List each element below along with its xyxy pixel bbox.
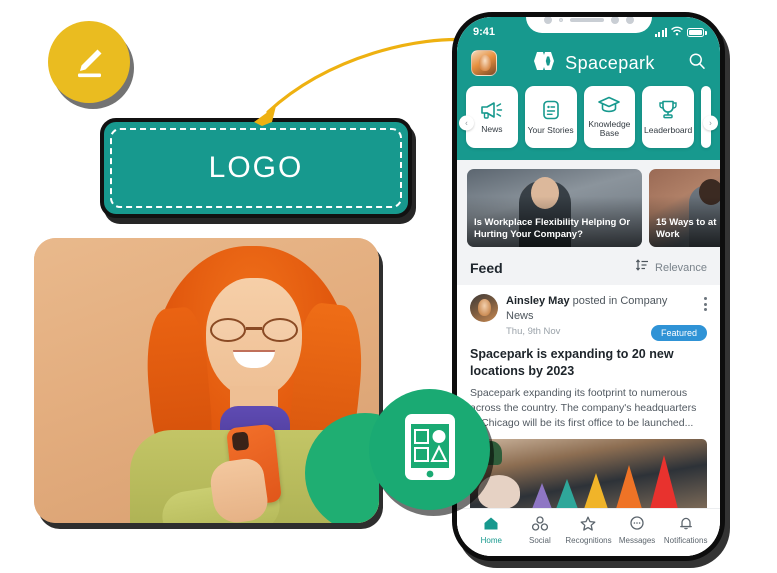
home-icon: [483, 516, 499, 533]
composition-stage: LOGO 9:41 Spacepark ‹ › News Your Storie…: [0, 0, 777, 573]
quick-tile-knowledge-base[interactable]: Knowledge Base: [583, 86, 636, 148]
feed-sort-control[interactable]: Relevance: [635, 258, 707, 277]
phone-camera: [231, 431, 250, 452]
battery-full-icon: [687, 27, 707, 37]
quick-tiles-carousel: ‹ › News Your Stories Knowledge Base Lea…: [457, 86, 720, 160]
phone-device-mockup: 9:41 Spacepark ‹ › News Your Stories Kno…: [452, 12, 725, 561]
quick-tile-your-stories[interactable]: Your Stories: [524, 86, 577, 148]
document-icon: [541, 99, 561, 123]
carousel-prev-button[interactable]: ‹: [459, 115, 474, 131]
notch-speaker-icon: [569, 18, 604, 22]
kebab-menu-icon[interactable]: [704, 294, 707, 311]
glasses: [210, 318, 300, 342]
post-author-avatar[interactable]: [470, 294, 498, 322]
piggy-bank: [478, 475, 520, 508]
brand-wrapper: Spacepark: [505, 51, 680, 76]
sort-icon: [635, 258, 649, 277]
mobile-app-badge: [369, 389, 490, 510]
post-header: Ainsley May posted in Company News Thu, …: [470, 294, 707, 337]
pencil-edit-icon: [67, 40, 111, 84]
quick-tile-leaderboard[interactable]: Leaderboard: [642, 86, 694, 148]
carousel-next-button[interactable]: ›: [703, 115, 718, 131]
post-meta: Ainsley May posted in Company News Thu, …: [506, 294, 696, 337]
bell-icon: [678, 516, 694, 533]
phone-screen: 9:41 Spacepark ‹ › News Your Stories Kno…: [457, 17, 720, 556]
cone-teal: [556, 479, 578, 508]
post-date: Thu, 9th Nov: [506, 326, 561, 338]
status-icons: [654, 26, 707, 39]
mobile-app-icon: [401, 412, 459, 487]
hero-photo-card: [34, 238, 379, 523]
graduation-cap-icon: [597, 95, 621, 116]
feed-post: Ainsley May posted in Company News Thu, …: [457, 285, 720, 508]
nav-item-social[interactable]: Social: [516, 516, 565, 545]
post-body: Spacepark expanding its footprint to num…: [470, 386, 697, 430]
cellular-signal-icon: [654, 27, 667, 37]
bottom-navigation: Home Social Recognitions Messages Notifi…: [457, 508, 720, 556]
spacepark-hexagon-logo: [530, 51, 558, 76]
notch-sensor2-icon: [610, 17, 619, 24]
wifi-icon: [671, 26, 683, 39]
nav-item-home[interactable]: Home: [467, 516, 516, 545]
quick-tile-label: Your Stories: [527, 125, 574, 135]
nav-item-notifications[interactable]: Notifications: [661, 516, 710, 545]
post-image[interactable]: [470, 439, 707, 508]
hand: [207, 456, 271, 523]
nav-label: Recognitions: [565, 536, 612, 545]
nav-item-messages[interactable]: Messages: [613, 516, 662, 545]
quick-tiles: News Your Stories Knowledge Base Leaderb…: [457, 86, 720, 148]
phone-notch: [525, 17, 652, 33]
story-title: Is Workplace Flexibility Helping Or Hurt…: [474, 217, 631, 241]
brand-name: Spacepark: [565, 52, 655, 73]
cone-orange: [616, 465, 642, 508]
stories-carousel: Is Workplace Flexibility Helping Or Hurt…: [457, 160, 720, 254]
trophy-icon: [657, 99, 679, 122]
story-card[interactable]: Is Workplace Flexibility Helping Or Hurt…: [467, 169, 642, 247]
quick-tile-label: Leaderboard: [644, 124, 693, 135]
nav-label: Messages: [618, 536, 656, 545]
brand-bar: Spacepark: [457, 45, 720, 86]
notch-sensor3-icon: [625, 17, 634, 24]
feed-title: Feed: [470, 259, 503, 276]
photo-illustration: [34, 238, 379, 523]
quick-tile-label: News: [481, 124, 503, 134]
quick-tile-news[interactable]: News: [466, 86, 518, 148]
post-title[interactable]: Spacepark is expanding to 20 new locatio…: [470, 346, 707, 380]
story-card[interactable]: 15 Ways to at Work: [649, 169, 720, 247]
nav-label: Notifications: [663, 536, 708, 545]
story-title: 15 Ways to at Work: [656, 217, 717, 241]
notch-sensor-icon: [543, 17, 552, 24]
pencil-edit-badge: [48, 21, 130, 103]
status-time: 9:41: [473, 26, 496, 38]
social-icon: [531, 516, 548, 533]
nav-label: Home: [480, 536, 502, 545]
star-icon: [580, 516, 596, 533]
cone-purple: [532, 483, 552, 508]
search-icon[interactable]: [688, 52, 706, 75]
app-body: Is Workplace Flexibility Helping Or Hurt…: [457, 160, 720, 556]
user-avatar[interactable]: [471, 50, 497, 76]
status-bar: 9:41: [457, 17, 720, 45]
logo-placeholder-box[interactable]: LOGO: [100, 118, 412, 218]
nav-item-recognitions[interactable]: Recognitions: [564, 516, 613, 545]
quick-tile-label: Knowledge Base: [588, 118, 631, 139]
megaphone-icon: [479, 100, 505, 122]
message-icon: [629, 516, 645, 533]
feed-sort-value: Relevance: [655, 261, 707, 274]
cone-yellow: [584, 473, 608, 508]
cone-red: [650, 455, 678, 508]
nav-label: Social: [528, 536, 551, 545]
post-author-name: Ainsley May: [506, 295, 570, 307]
post-author-line: Ainsley May posted in Company News: [506, 294, 696, 323]
app-header: 9:41 Spacepark ‹ › News Your Stories Kno…: [457, 17, 720, 160]
feed-header: Feed Relevance: [457, 254, 720, 285]
logo-placeholder-label: LOGO: [208, 151, 304, 184]
notch-camera-icon: [558, 18, 563, 22]
